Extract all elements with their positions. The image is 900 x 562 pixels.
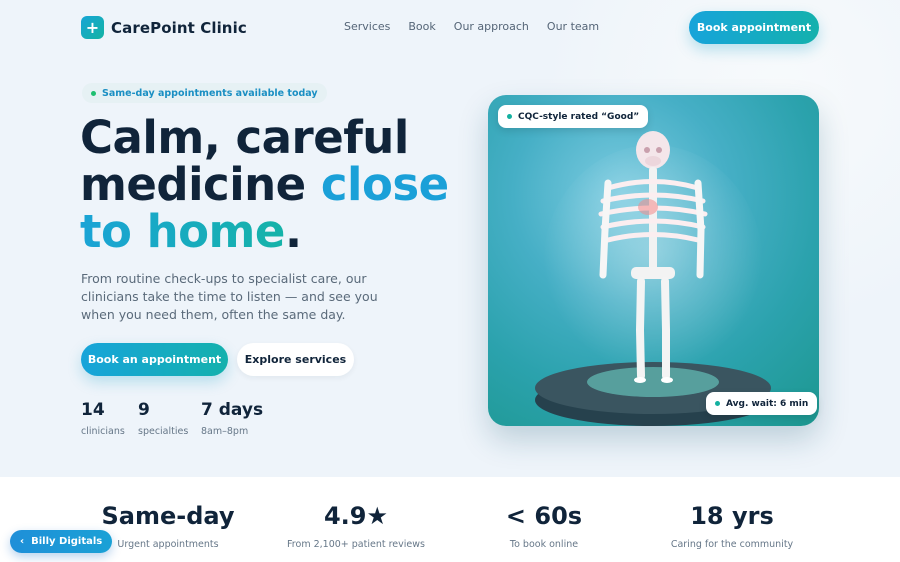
rating-badge: CQC-style rated “Good” [498,105,649,128]
stat-value: 14 [81,400,105,420]
headline-line-3a: to home [80,205,285,258]
nav-link-book[interactable]: Book [408,20,435,33]
hero-image [488,95,819,426]
metric-booking-time: < 60s To book online [444,501,644,550]
plus-icon: + [81,16,104,39]
wait-time-text: Avg. wait: 6 min [726,398,809,409]
main-nav: Services Book Our approach Our team [344,20,599,33]
status-dot-icon [507,114,512,119]
metric-years: 18 yrs Caring for the community [632,501,832,550]
book-appointment-button[interactable]: Book appointment [689,11,819,44]
metric-label: From 2,100+ patient reviews [287,539,425,550]
explore-services-button[interactable]: Explore services [237,343,354,376]
metric-value: 4.9★ [323,502,389,530]
stat-value: 7 days [201,400,264,420]
availability-text: Same-day appointments available today [102,87,318,99]
headline-line-2b: close [320,158,449,211]
nav-link-services[interactable]: Services [344,20,390,33]
headline-line-2a: medicine [80,158,321,211]
metric-value: 18 yrs [690,502,774,530]
availability-pill: Same-day appointments available today [82,83,327,103]
metric-value: Same-day [101,502,235,530]
stat-clinicians: 14 clinicians [81,400,125,437]
rating-badge-text: CQC-style rated “Good” [518,111,640,122]
stat-label: 8am–8pm [201,426,249,437]
billy-digitals-badge[interactable]: ‹ Billy Digitals [10,530,113,553]
headline-line-1: Calm, careful [80,111,409,164]
billy-digitals-label: Billy Digitals [31,536,103,547]
skeleton-illustration [535,131,771,426]
hero-headline: Calm, careful medicine close to home. [80,114,480,255]
stat-specialties: 9 specialties [138,400,188,437]
stat-label: clinicians [81,426,125,437]
stat-label: specialties [138,426,189,437]
metrics-strip: Same-day Urgent appointments 4.9★ From 2… [0,477,900,562]
metric-label: To book online [509,539,579,550]
wait-time-badge: Avg. wait: 6 min [706,392,818,415]
stat-value: 9 [138,400,150,420]
nav-link-our-team[interactable]: Our team [547,20,599,33]
brand-name: CarePoint Clinic [111,18,247,37]
metric-rating: 4.9★ From 2,100+ patient reviews [256,501,456,550]
headline-line-3b: . [284,205,302,258]
nav-link-our-approach[interactable]: Our approach [454,20,529,33]
page: + CarePoint Clinic Services Book Our app… [0,0,900,562]
metric-value: < 60s [505,502,583,530]
book-an-appointment-button[interactable]: Book an appointment [81,343,228,376]
status-dot-icon [91,90,96,96]
stat-days: 7 days 8am–8pm [201,400,263,437]
status-dot-icon [715,401,720,406]
chevron-left-icon: ‹ [20,536,25,547]
hero-description: From routine check-ups to specialist car… [81,271,378,322]
metric-label: Caring for the community [670,539,794,550]
brand-logo[interactable]: + CarePoint Clinic [81,16,247,39]
